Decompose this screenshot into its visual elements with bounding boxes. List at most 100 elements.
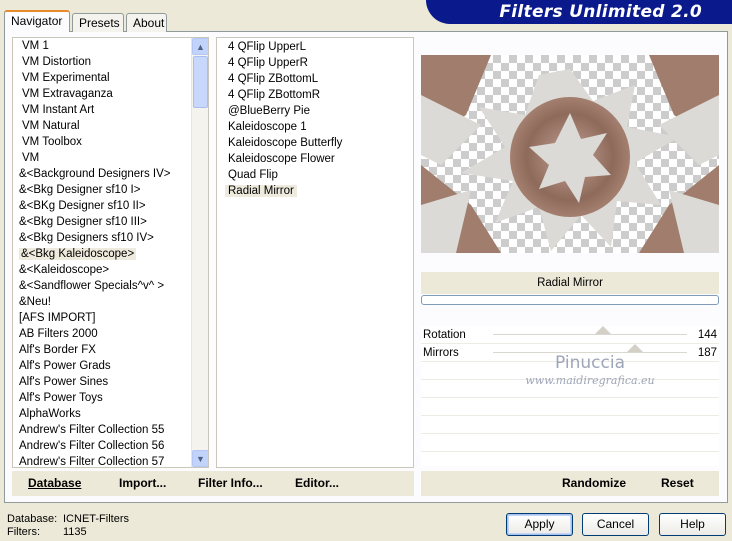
category-item[interactable]: VM Toolbox [13,134,193,150]
filter-item[interactable]: Kaleidoscope 1 [217,119,413,135]
filter-label: Radial Mirror [225,185,297,197]
category-item[interactable]: Alf's Power Grads [13,358,193,374]
scroll-thumb[interactable] [193,56,208,108]
category-label: &<Bkg Designer sf10 III> [19,216,147,228]
param-mirrors[interactable]: Mirrors 187 [421,344,719,362]
category-item[interactable]: Andrew's Filter Collection 55 [13,422,193,438]
filter-label: Quad Flip [228,169,278,181]
filter-list[interactable]: 4 QFlip UpperL 4 QFlip UpperR 4 QFlip ZBot… [216,37,414,468]
param-track[interactable] [493,334,687,335]
category-item[interactable]: &<Bkg Designers sf10 IV> [13,230,193,246]
category-item[interactable]: VM Instant Art [13,102,193,118]
filter-label: 4 QFlip ZBottomR [228,89,321,101]
category-label: &<Bkg Kaleidoscope> [19,248,137,260]
filter-item[interactable]: Kaleidoscope Flower [217,151,413,167]
param-track[interactable] [493,352,687,353]
right-toolbar: Randomize Reset [421,471,719,496]
category-scrollbar[interactable]: ▲ ▼ [191,38,208,467]
filter-item[interactable]: 4 QFlip UpperL [217,39,413,55]
category-item[interactable]: &<Bkg Designer sf10 III> [13,214,193,230]
category-item[interactable]: Alf's Power Toys [13,390,193,406]
filter-item[interactable]: @BlueBerry Pie [217,103,413,119]
filter-item[interactable]: Quad Flip [217,167,413,183]
slider-thumb-icon[interactable] [627,344,644,352]
category-item[interactable]: VM [13,150,193,166]
category-item[interactable]: &<BKg Designer sf10 II> [13,198,193,214]
category-item[interactable]: VM Extravaganza [13,86,193,102]
param-empty [421,380,719,398]
param-rotation[interactable]: Rotation 144 [421,326,719,344]
database-button[interactable]: Database [28,476,81,490]
status-database-value: ICNET-Filters [63,513,129,525]
category-item[interactable]: AB Filters 2000 [13,326,193,342]
category-item[interactable]: &<Kaleidoscope> [13,262,193,278]
left-toolbar: Database Import... Filter Info... Editor… [12,471,414,496]
category-item[interactable]: [AFS IMPORT] [13,310,193,326]
filter-info-button[interactable]: Filter Info... [198,476,263,490]
filter-item[interactable]: 4 QFlip ZBottomR [217,87,413,103]
import-button[interactable]: Import... [119,476,166,490]
filter-item[interactable]: Kaleidoscope Butterfly [217,135,413,151]
category-label: &Neu! [19,296,51,308]
param-empty [421,362,719,380]
category-item[interactable]: VM Distortion [13,54,193,70]
category-item[interactable]: Andrew's Filter Collection 56 [13,438,193,454]
category-label: Andrew's Filter Collection 55 [19,424,165,436]
category-label: Andrew's Filter Collection 56 [19,440,165,452]
category-item[interactable]: &<Sandflower Specials^v^ > [13,278,193,294]
scroll-up-icon[interactable]: ▲ [192,38,208,55]
filter-item[interactable]: 4 QFlip ZBottomL [217,71,413,87]
category-item[interactable]: &Neu! [13,294,193,310]
category-label: VM Instant Art [22,104,95,116]
category-label: VM Experimental [22,72,110,84]
scroll-down-icon[interactable]: ▼ [192,450,208,467]
category-label: VM Toolbox [22,136,82,148]
category-item[interactable]: &<Bkg Designer sf10 I> [13,182,193,198]
filter-label: @BlueBerry Pie [228,105,310,117]
kaleidoscope-preview [421,55,719,253]
editor-button[interactable]: Editor... [295,476,339,490]
category-item[interactable]: Alf's Power Sines [13,374,193,390]
apply-button[interactable]: Apply [506,513,573,536]
slider-thumb-icon[interactable] [594,326,611,334]
title-banner: Filters Unlimited 2.0 [426,0,732,24]
category-label: &<Sandflower Specials^v^ > [19,280,165,292]
category-item[interactable]: Andrew's Filter Collection 57 [13,454,193,467]
tab-about[interactable]: About [126,13,167,32]
banner-title: Filters Unlimited 2.0 [499,2,702,22]
cancel-button[interactable]: Cancel [582,513,649,536]
randomize-button[interactable]: Randomize [562,476,626,490]
filter-name-label: Radial Mirror [421,272,719,294]
category-label: AB Filters 2000 [19,328,98,340]
category-label: &<Bkg Designers sf10 IV> [19,232,154,244]
param-empty [421,398,719,416]
filter-label: 4 QFlip UpperL [228,41,306,53]
category-label: VM Distortion [22,56,92,68]
filter-items: 4 QFlip UpperL 4 QFlip UpperR 4 QFlip ZBot… [217,38,413,199]
category-item[interactable]: &<Background Designers IV> [13,166,193,182]
category-item[interactable]: VM Natural [13,118,193,134]
category-label: &<Bkg Designer sf10 I> [19,184,141,196]
category-label: &<Background Designers IV> [19,168,171,180]
category-item[interactable]: AlphaWorks [13,406,193,422]
tab-navigator[interactable]: Navigator [4,10,70,32]
category-list[interactable]: VM 1 VM Distortion VM Experimental VM Extra… [12,37,209,468]
preview-image [421,55,719,253]
category-item[interactable]: VM Experimental [13,70,193,86]
category-label: VM Extravaganza [22,88,113,100]
category-label: VM [22,152,40,164]
param-empty [421,434,719,452]
filter-label: 4 QFlip ZBottomL [228,73,319,85]
filter-label: Kaleidoscope Butterfly [228,137,343,149]
category-label: Alf's Border FX [19,344,96,356]
tab-presets[interactable]: Presets [72,13,124,32]
category-label: VM 1 [22,40,49,52]
category-item[interactable]: Alf's Border FX [13,342,193,358]
reset-button[interactable]: Reset [661,476,694,490]
filter-item[interactable]: 4 QFlip UpperR [217,55,413,71]
help-button[interactable]: Help [659,513,726,536]
filter-label: Kaleidoscope Flower [228,153,335,165]
category-item[interactable]: &<Bkg Kaleidoscope> [13,246,193,262]
filter-item[interactable]: Radial Mirror [217,183,413,199]
category-item[interactable]: VM 1 [13,38,193,54]
